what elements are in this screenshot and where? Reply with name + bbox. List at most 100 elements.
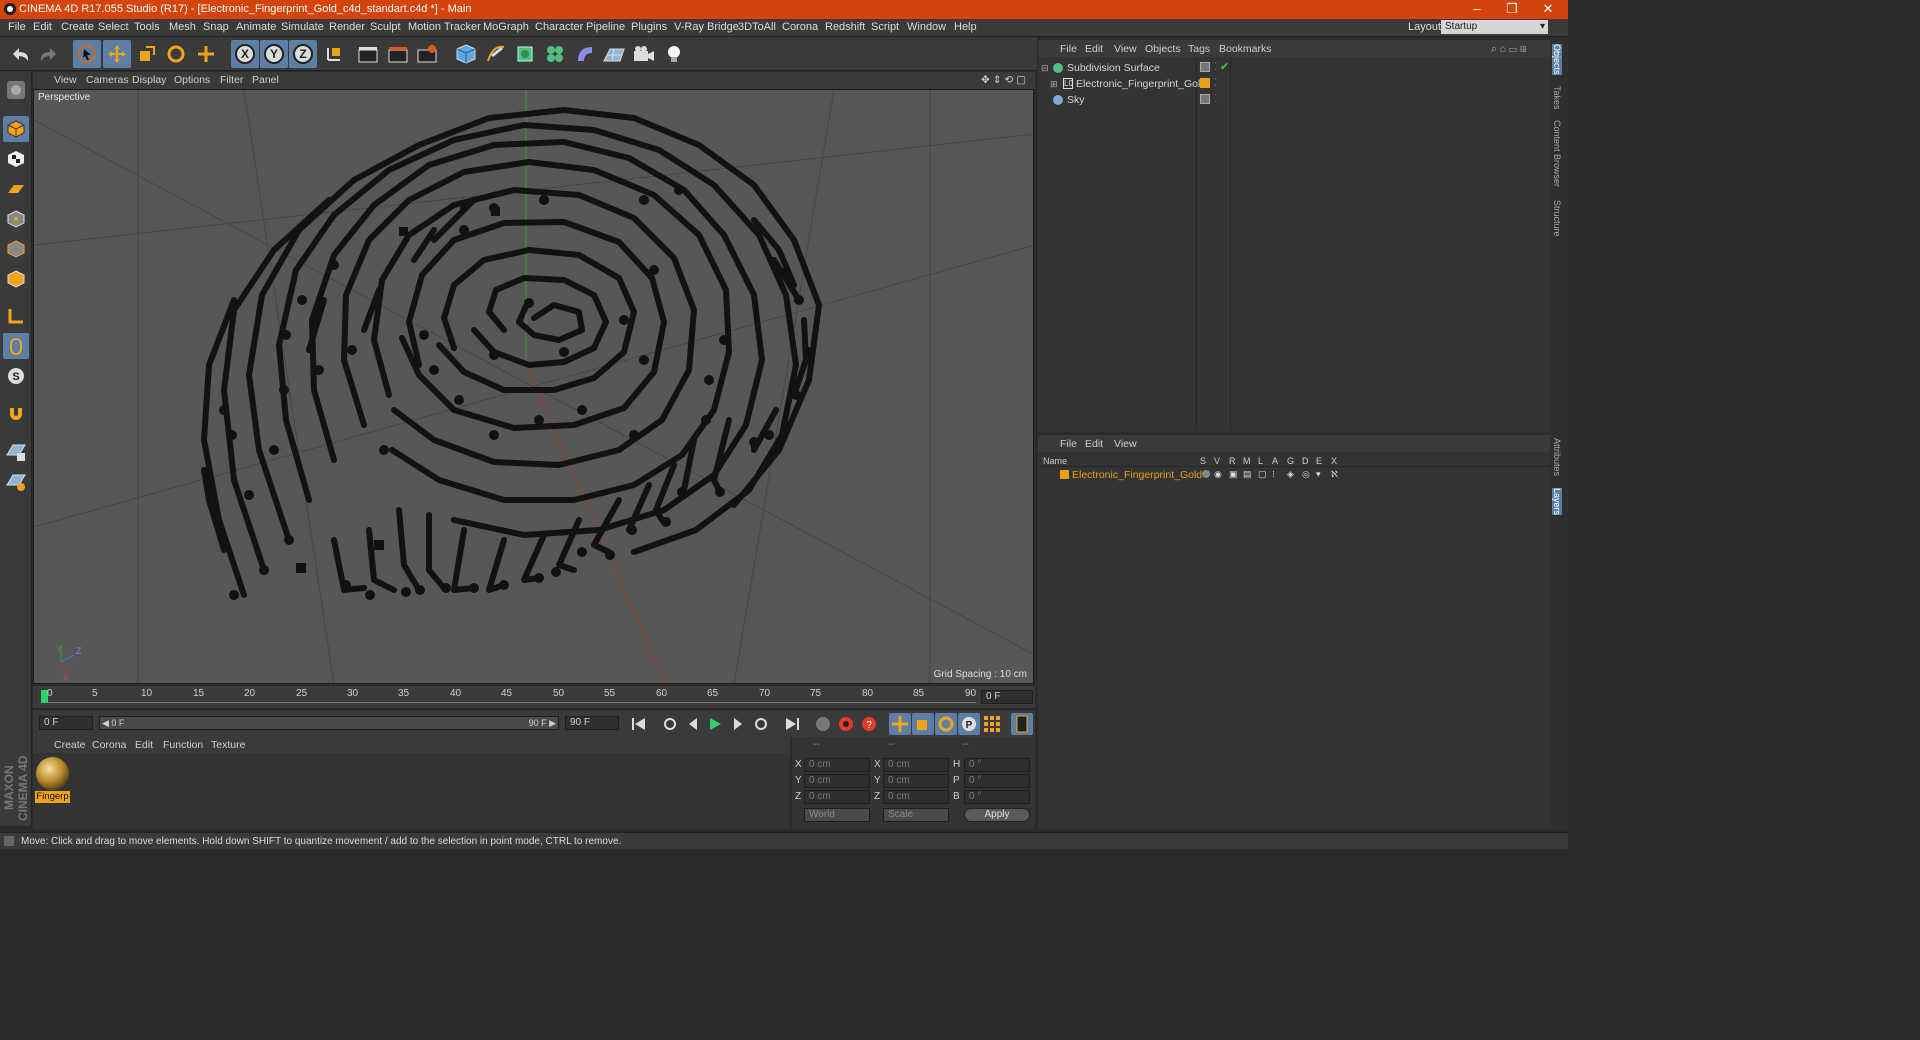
menu-file[interactable]: File — [8, 21, 26, 33]
menu-mograph[interactable]: MoGraph — [483, 21, 529, 33]
render-icon[interactable]: ▣ — [1229, 469, 1238, 480]
position-z-field[interactable]: 0 cm — [804, 790, 870, 804]
model-mode-button[interactable] — [3, 116, 29, 142]
menu-3dtoall[interactable]: 3DToAll — [738, 21, 776, 33]
objects-search-icon[interactable]: ⌕ ⌂ ▭ ⊞ — [1491, 43, 1527, 56]
viewport-menu-filter[interactable]: Filter — [220, 74, 243, 86]
coordinate-space-dropdown[interactable]: World — [804, 808, 870, 822]
menu-select[interactable]: Select — [98, 21, 129, 33]
undo-button[interactable] — [6, 40, 34, 68]
points-mode-button[interactable] — [3, 206, 29, 232]
frame-range-slider[interactable]: ◀ 0 F 90 F ▶ — [99, 716, 559, 730]
go-to-end-button[interactable] — [781, 713, 803, 735]
play-button[interactable] — [704, 713, 726, 735]
position-y-field[interactable]: 0 cm — [804, 774, 870, 788]
material-menu-edit[interactable]: Edit — [135, 739, 153, 751]
tab-content-browser[interactable]: Content Browser — [1552, 120, 1562, 187]
previous-frame-button[interactable] — [682, 713, 704, 735]
tab-attributes[interactable]: Attributes — [1552, 438, 1562, 476]
object-row-subdivision-surface[interactable]: ⊟ Subdivision Surface ⁚ ✔ — [1038, 60, 1550, 76]
material-menu-create[interactable]: Create — [54, 739, 86, 751]
texture-mode-button[interactable] — [3, 146, 29, 172]
tab-objects[interactable]: Objects — [1552, 44, 1562, 75]
workplane-lock-button[interactable] — [3, 439, 29, 465]
axis-mode-button[interactable] — [3, 303, 29, 329]
coordinate-system-button[interactable] — [320, 40, 348, 68]
menu-mesh[interactable]: Mesh — [169, 21, 196, 33]
menu-corona[interactable]: Corona — [782, 21, 818, 33]
position-x-field[interactable]: 0 cm — [804, 758, 870, 772]
enabled-check-icon[interactable]: ✔ — [1220, 60, 1229, 73]
menu-plugins[interactable]: Plugins — [631, 21, 667, 33]
menu-pipeline[interactable]: Pipeline — [586, 21, 625, 33]
material-swatch[interactable]: Fingerp — [35, 757, 70, 803]
edges-mode-button[interactable] — [3, 236, 29, 262]
render-settings-button[interactable] — [413, 40, 441, 68]
move-tool-button[interactable] — [103, 40, 131, 68]
timeline-window-button[interactable] — [1011, 713, 1033, 735]
current-frame-field[interactable]: 0 F — [981, 690, 1033, 704]
menu-redshift[interactable]: Redshift — [825, 21, 865, 33]
apply-button[interactable]: Apply — [964, 808, 1030, 822]
generators-icon[interactable]: ◈ — [1287, 469, 1294, 480]
menu-sculpt[interactable]: Sculpt — [370, 21, 401, 33]
rotate-tool-button[interactable] — [162, 40, 190, 68]
menu-animate[interactable]: Animate — [236, 21, 276, 33]
render-view-button[interactable] — [354, 40, 382, 68]
menu-vray-bridge[interactable]: V-Ray Bridge — [674, 21, 739, 33]
size-mode-dropdown[interactable]: Scale — [883, 808, 949, 822]
objects-menu-edit[interactable]: Edit — [1085, 43, 1103, 55]
viewport-nav-icons[interactable]: ✥ ⇕ ⟲ ▢ — [981, 74, 1026, 86]
workplane-mode-button[interactable] — [3, 176, 29, 202]
menu-render[interactable]: Render — [329, 21, 365, 33]
menu-help[interactable]: Help — [954, 21, 977, 33]
menu-simulate[interactable]: Simulate — [281, 21, 324, 33]
layout-dropdown[interactable]: Startup ▾ — [1441, 20, 1548, 34]
material-menu-texture[interactable]: Texture — [211, 739, 245, 751]
key-pla-button[interactable] — [981, 713, 1003, 735]
go-to-start-button[interactable] — [628, 713, 650, 735]
render-picture-viewer-button[interactable] — [384, 40, 412, 68]
minimize-button[interactable]: – — [1459, 0, 1495, 19]
polygons-mode-button[interactable] — [3, 266, 29, 292]
material-menu-function[interactable]: Function — [163, 739, 203, 751]
collapse-icon[interactable]: ⊟ — [1041, 63, 1049, 74]
deformers-icon[interactable]: ◎ — [1302, 469, 1310, 480]
record-button[interactable] — [835, 713, 857, 735]
menu-edit[interactable]: Edit — [33, 21, 52, 33]
start-frame-field[interactable]: 0 F — [39, 716, 93, 730]
light-button[interactable] — [660, 40, 688, 68]
redo-button[interactable] — [35, 40, 63, 68]
menu-window[interactable]: Window — [907, 21, 946, 33]
layer-row[interactable]: Electronic_Fingerprint_Gold ◉ ▣ ▤ ▢ ⁝ ◈ … — [1038, 467, 1550, 483]
viewport-menu-display[interactable]: Display — [132, 74, 166, 86]
next-frame-button[interactable] — [727, 713, 749, 735]
cube-object-button[interactable] — [452, 40, 480, 68]
make-editable-button[interactable] — [3, 77, 29, 103]
camera-button[interactable] — [630, 40, 658, 68]
size-x-field[interactable]: 0 cm — [883, 758, 949, 772]
deformer-button[interactable] — [571, 40, 599, 68]
tweak-mode-button[interactable] — [3, 333, 29, 359]
expand-icon[interactable]: ⊞ — [1050, 79, 1058, 90]
view-eye-icon[interactable]: ◉ — [1214, 469, 1222, 480]
snap-button[interactable]: S — [3, 363, 29, 389]
scale-tool-button[interactable] — [133, 40, 161, 68]
menu-motion-tracker[interactable]: Motion Tracker — [408, 21, 481, 33]
y-axis-lock-button[interactable]: Y — [260, 40, 288, 68]
layers-menu-view[interactable]: View — [1114, 438, 1137, 450]
autokey-button[interactable]: ? — [858, 713, 880, 735]
objects-menu-file[interactable]: File — [1060, 43, 1077, 55]
size-y-field[interactable]: 0 cm — [883, 774, 949, 788]
layers-menu-file[interactable]: File — [1060, 438, 1077, 450]
tab-structure[interactable]: Structure — [1552, 200, 1562, 237]
maximize-button[interactable]: ❐ — [1494, 0, 1530, 19]
animation-icon[interactable]: ⁝ — [1272, 469, 1275, 480]
layers-menu-edit[interactable]: Edit — [1085, 438, 1103, 450]
subdivision-surface-button[interactable] — [511, 40, 539, 68]
size-z-field[interactable]: 0 cm — [883, 790, 949, 804]
menu-snap[interactable]: Snap — [203, 21, 229, 33]
viewport-menu-view[interactable]: View — [54, 74, 77, 86]
expressions-icon[interactable]: ▾ — [1316, 469, 1321, 480]
floor-button[interactable] — [600, 40, 628, 68]
